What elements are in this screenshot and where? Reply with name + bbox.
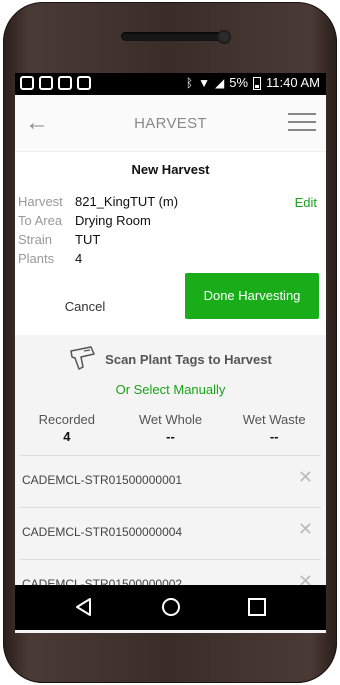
status-bar: ᛒ ▼ ◢ 5% 11:40 AM xyxy=(15,73,326,95)
harvest-stats: Recorded 4 Wet Whole -- Wet Waste -- xyxy=(15,412,326,444)
stat-label: Recorded xyxy=(38,412,96,427)
app-notification-icon xyxy=(77,76,91,90)
detail-value: TUT xyxy=(75,232,101,247)
earpiece-speaker xyxy=(121,32,225,41)
select-manually-link[interactable]: Or Select Manually xyxy=(15,382,326,397)
stat-wet-waste: Wet Waste -- xyxy=(222,412,326,444)
signal-icon: ◢ xyxy=(215,76,225,90)
detail-value: 4 xyxy=(75,251,83,266)
wifi-icon: ▼ xyxy=(198,76,210,90)
edit-link[interactable]: Edit xyxy=(295,195,317,210)
detail-label: Strain xyxy=(18,232,52,247)
android-nav-bar xyxy=(15,585,326,630)
page-title: HARVEST xyxy=(134,115,207,132)
app-bar: ← HARVEST xyxy=(15,95,326,152)
stat-wet-whole: Wet Whole -- xyxy=(119,412,223,444)
battery-percent: 5% xyxy=(229,75,249,90)
scan-prompt-row: Scan Plant Tags to Harvest xyxy=(15,345,326,373)
detail-label: Harvest xyxy=(18,194,63,209)
detail-row-harvest: Harvest 821_KingTUT (m) xyxy=(18,192,178,211)
clock: 11:40 AM xyxy=(266,75,320,90)
stat-label: Wet Waste xyxy=(242,412,306,427)
front-camera xyxy=(217,30,231,44)
stat-recorded: Recorded 4 xyxy=(15,412,119,444)
remove-x-icon[interactable]: ✕ xyxy=(298,520,313,538)
detail-row-strain: Strain TUT xyxy=(18,230,178,249)
notification-icons xyxy=(20,76,91,90)
list-item: CADEMCL-STR01500000004 ✕ xyxy=(20,507,321,559)
stat-value: -- xyxy=(166,429,175,444)
hamburger-menu-icon[interactable] xyxy=(288,111,316,133)
harvest-heading: New Harvest xyxy=(131,162,210,177)
harvest-summary: New Harvest Harvest 821_KingTUT (m) To A… xyxy=(15,153,326,335)
list-item: CADEMCL-STR01500000001 ✕ xyxy=(20,455,321,507)
plant-tag-id: CADEMCL-STR01500000004 xyxy=(22,525,183,539)
scan-prompt-text: Scan Plant Tags to Harvest xyxy=(105,351,272,367)
harvest-details: Harvest 821_KingTUT (m) To Area Drying R… xyxy=(18,192,178,268)
detail-label: Plants xyxy=(18,251,55,266)
image-icon xyxy=(39,76,53,90)
stat-value: -- xyxy=(269,429,279,444)
nav-back-triangle-icon[interactable] xyxy=(73,596,95,618)
stat-value: 4 xyxy=(63,429,71,444)
instagram-icon xyxy=(20,76,34,90)
device-screen: ᛒ ▼ ◢ 5% 11:40 AM ← HARVEST New Harvest … xyxy=(15,73,326,633)
detail-value: 821_KingTUT (m) xyxy=(75,194,179,209)
bluetooth-icon: ᛒ xyxy=(185,76,194,90)
detail-row-plants: Plants 4 xyxy=(18,249,178,268)
system-icons: ᛒ ▼ ◢ 5% 11:40 AM xyxy=(185,75,320,91)
detail-row-to-area: To Area Drying Room xyxy=(18,211,178,230)
plant-tag-id: CADEMCL-STR01500000001 xyxy=(22,473,183,487)
remove-x-icon[interactable]: ✕ xyxy=(298,468,313,486)
cancel-button[interactable]: Cancel xyxy=(44,290,126,324)
nav-home-circle-icon[interactable] xyxy=(160,596,182,618)
done-harvesting-button[interactable]: Done Harvesting xyxy=(185,273,319,319)
battery-icon xyxy=(253,76,262,90)
instagram-icon xyxy=(58,76,72,90)
stat-label: Wet Whole xyxy=(138,412,203,427)
detail-label: To Area xyxy=(18,213,63,228)
nav-recents-square-icon[interactable] xyxy=(246,596,268,618)
detail-value: Drying Room xyxy=(75,213,151,228)
barcode-scanner-icon xyxy=(70,346,95,370)
